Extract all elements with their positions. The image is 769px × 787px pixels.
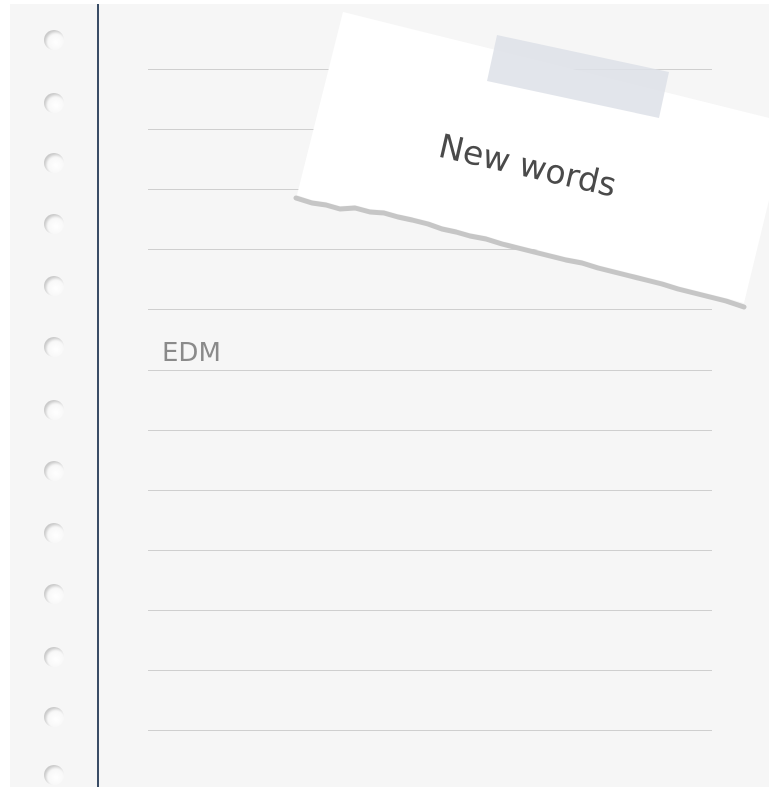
notebook-page: EDM <box>10 4 769 787</box>
binder-hole <box>44 584 64 604</box>
binder-hole <box>44 214 64 234</box>
rule-line <box>148 550 712 551</box>
rule-line <box>148 670 712 671</box>
rule-line <box>148 430 712 431</box>
binder-holes <box>10 4 90 787</box>
rule-line <box>148 309 712 310</box>
binder-hole <box>44 30 64 50</box>
binder-hole <box>44 400 64 420</box>
rule-line <box>148 69 712 70</box>
rule-line <box>148 610 712 611</box>
rule-line <box>148 490 712 491</box>
rule-line <box>148 730 712 731</box>
binder-hole <box>44 153 64 173</box>
binder-hole <box>44 461 64 481</box>
binder-hole <box>44 647 64 667</box>
ruled-lines <box>148 4 712 787</box>
binder-hole <box>44 337 64 357</box>
rule-line <box>148 189 712 190</box>
margin-line <box>97 4 99 787</box>
binder-hole <box>44 765 64 785</box>
binder-hole <box>44 523 64 543</box>
rule-line <box>148 129 712 130</box>
binder-hole <box>44 276 64 296</box>
rule-line <box>148 370 712 371</box>
binder-hole <box>44 707 64 727</box>
rule-line <box>148 249 712 250</box>
word-entry[interactable]: EDM <box>162 337 221 369</box>
binder-hole <box>44 93 64 113</box>
